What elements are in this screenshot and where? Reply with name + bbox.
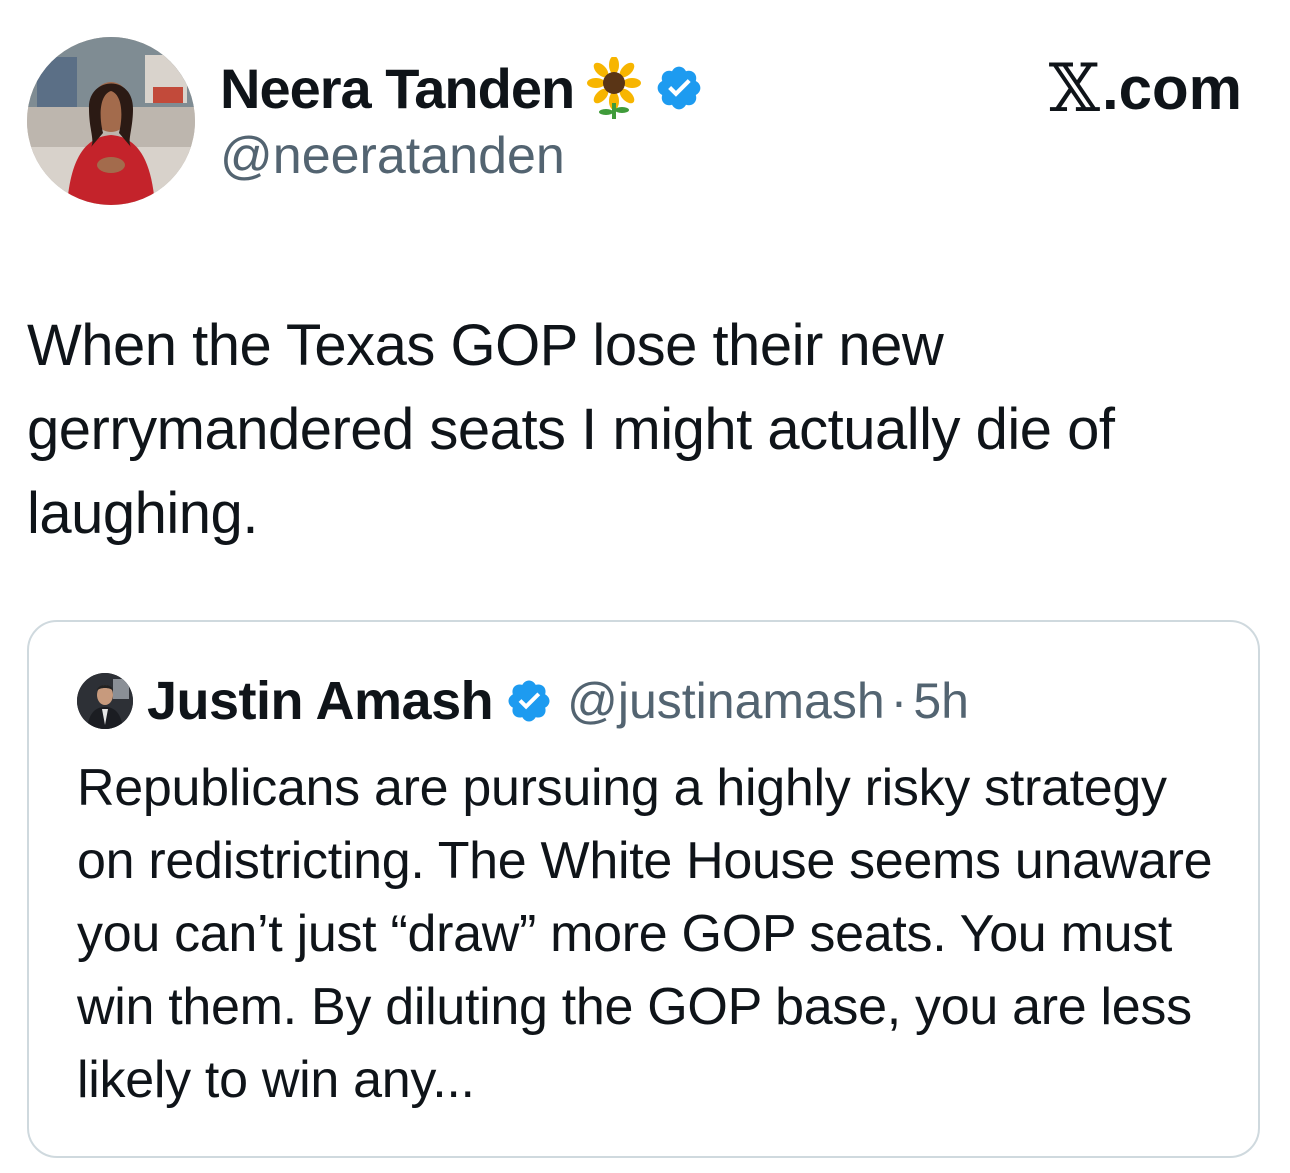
author-name[interactable]: Neera Tanden [220,56,575,121]
author-avatar[interactable] [27,37,195,205]
x-logo-icon: 𝕏 [1048,49,1100,127]
quoted-author-name[interactable]: Justin Amash [147,670,494,732]
site-label-text: .com [1101,54,1242,122]
quoted-post-time[interactable]: 5h [913,672,969,730]
quoted-post-text: Republicans are pursuing a highly risky … [77,759,1213,1109]
site-label: 𝕏 .com [1048,49,1242,127]
meta-separator: · [890,673,908,729]
verified-badge-icon [505,677,553,725]
quoted-author-handle[interactable]: @justinamash [567,672,885,730]
quoted-post-header: Justin Amash @justinamash · 5h [77,666,969,736]
quoted-author-avatar[interactable] [77,673,133,729]
author-name-row: Neera Tanden [220,52,704,124]
avatar-photo [27,37,195,205]
quoted-avatar-photo [77,673,133,729]
sunflower-icon [586,57,642,119]
verified-badge-icon [654,63,704,113]
post-text: When the Texas GOP lose their new gerrym… [27,313,1115,546]
quoted-post-card[interactable]: Justin Amash @justinamash · 5h Republica… [27,620,1260,1158]
author-handle[interactable]: @neeratanden [220,126,565,186]
